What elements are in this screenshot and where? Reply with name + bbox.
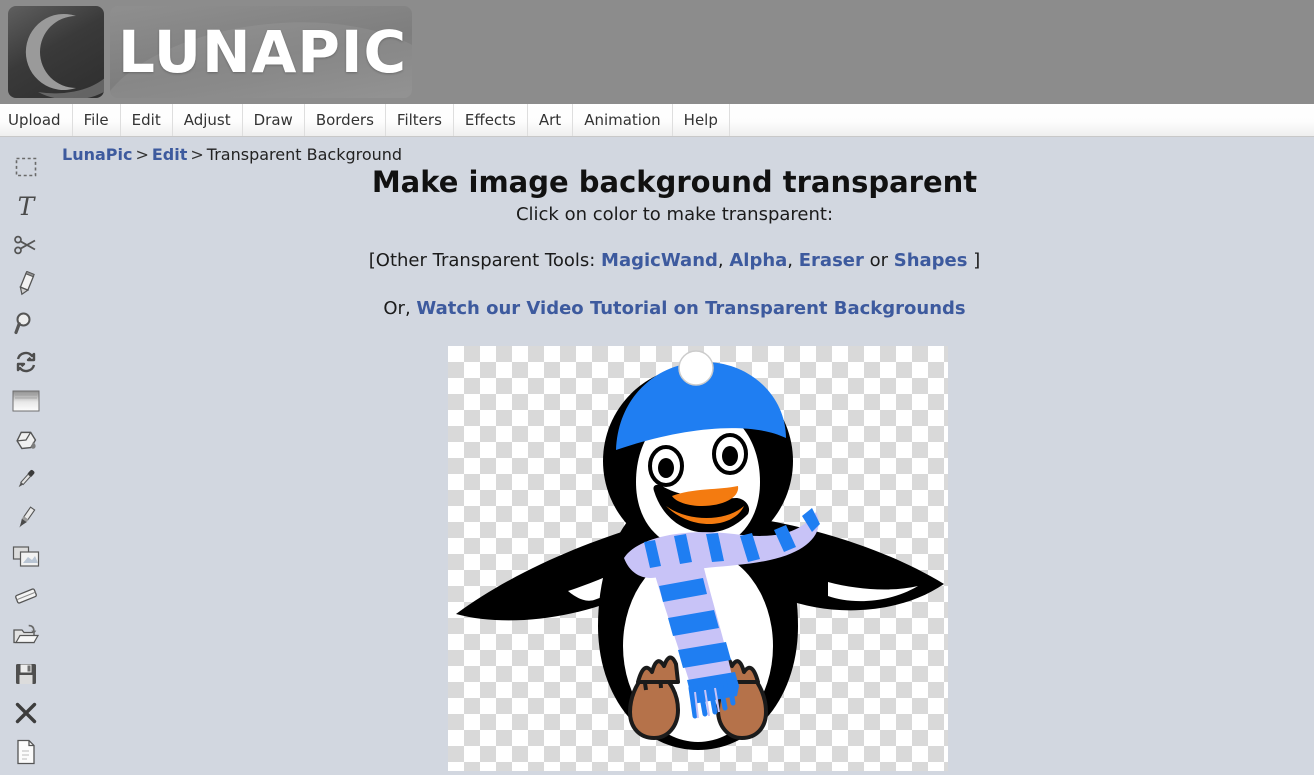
breadcrumb-separator-2: > (190, 145, 204, 164)
menu-item-upload[interactable]: Upload (0, 104, 73, 136)
pencil-icon[interactable] (10, 268, 42, 300)
main-content: LunaPic > Edit > Transparent Background Make… (52, 137, 1314, 775)
menu-item-draw[interactable]: Draw (243, 104, 305, 136)
menu-item-file[interactable]: File (73, 104, 121, 136)
comma-2: , (787, 250, 799, 271)
video-tutorial-line: Or, Watch our Video Tutorial on Transpar… (52, 298, 1297, 319)
penguin-artwork (456, 350, 944, 750)
penguin-image-canvas[interactable] (448, 346, 948, 771)
or-text: or (863, 250, 894, 271)
page-subtitle: Click on color to make transparent: (515, 204, 834, 225)
breadcrumb-separator-1: > (135, 145, 149, 164)
menu-item-animation[interactable]: Animation (573, 104, 673, 136)
comma-1: , (717, 250, 730, 271)
app-header: LUNAPIC (0, 0, 1314, 104)
video-prefix: Or, (383, 298, 417, 319)
bracket-close: ] (967, 250, 981, 271)
open-folder-icon[interactable] (10, 619, 42, 651)
other-tools-prefix: Other Transparent Tools: (375, 250, 602, 271)
menu-item-borders[interactable]: Borders (305, 104, 386, 136)
logo-text: LUNAPIC (118, 18, 408, 86)
penguin-left-pupil (658, 458, 674, 478)
scissors-crop-icon[interactable] (10, 229, 42, 261)
breadcrumb: LunaPic > Edit > Transparent Background (62, 145, 402, 164)
close-x-icon[interactable] (10, 697, 42, 729)
breadcrumb-current: Transparent Background (206, 145, 403, 164)
menu-item-help[interactable]: Help (673, 104, 730, 136)
save-floppy-icon[interactable] (10, 658, 42, 690)
bracket-open: [ (368, 250, 376, 271)
eyedropper-icon[interactable] (10, 463, 42, 495)
magnifier-zoom-icon[interactable] (10, 307, 42, 339)
link-eraser[interactable]: Eraser (799, 250, 864, 271)
eraser-icon[interactable] (10, 580, 42, 612)
lunapic-app: LUNAPIC Upload File Edit Adjust Draw Bor… (0, 0, 1314, 775)
new-document-icon[interactable] (10, 736, 42, 768)
left-toolbar: T (0, 137, 52, 775)
penguin-hat-pompom (678, 350, 714, 386)
layers-copy-icon[interactable] (10, 541, 42, 573)
breadcrumb-link-home[interactable]: LunaPic (62, 145, 132, 164)
crescent-moon-icon (8, 6, 104, 98)
menu-item-effects[interactable]: Effects (454, 104, 528, 136)
main-menubar: Upload File Edit Adjust Draw Borders Fil… (0, 104, 1314, 137)
menu-item-adjust[interactable]: Adjust (173, 104, 243, 136)
marquee-select-icon[interactable] (10, 151, 42, 183)
text-tool-icon[interactable]: T (10, 190, 42, 222)
gradient-ruler-icon[interactable] (10, 385, 42, 417)
menu-item-edit[interactable]: Edit (121, 104, 173, 136)
logo-plate: LUNAPIC (110, 6, 412, 98)
menu-item-art[interactable]: Art (528, 104, 574, 136)
link-shapes[interactable]: Shapes (894, 250, 968, 271)
penguin-right-pupil (722, 446, 738, 466)
rotate-arrows-icon[interactable] (10, 346, 42, 378)
paint-bucket-icon[interactable] (10, 424, 42, 456)
link-alpha[interactable]: Alpha (729, 250, 787, 271)
logo[interactable]: LUNAPIC (8, 6, 412, 98)
breadcrumb-link-edit[interactable]: Edit (152, 145, 188, 164)
other-transparent-tools-line: [Other Transparent Tools: MagicWand, Alp… (52, 250, 1297, 271)
page-title: Make image background transparent (371, 165, 978, 199)
paintbrush-icon[interactable] (10, 502, 42, 534)
link-magicwand[interactable]: MagicWand (601, 250, 718, 271)
link-video-tutorial[interactable]: Watch our Video Tutorial on Transparent … (416, 298, 965, 319)
menu-item-filters[interactable]: Filters (386, 104, 454, 136)
